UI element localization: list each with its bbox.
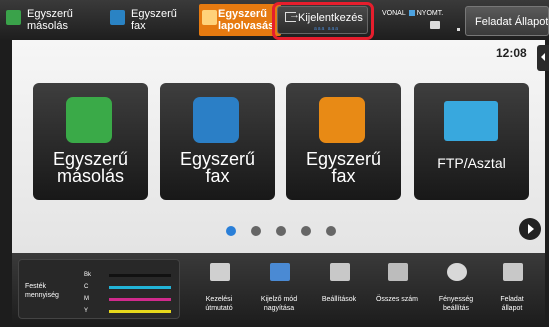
brightness-icon [447, 263, 467, 281]
tile-label: Egyszerű másolás [52, 149, 129, 186]
toner-name-c: C [84, 284, 89, 290]
status-square-icon [408, 10, 415, 16]
top-bar: Egyszerű másolás Egyszerű fax Egyszerű l… [0, 0, 549, 40]
tile-label: Egyszerű fax [179, 149, 256, 186]
easy-fax-shortcut[interactable]: Egyszerű fax [110, 6, 190, 36]
bottom-label: Beállítások [321, 296, 357, 303]
total-count-button[interactable]: Összes szám [367, 253, 427, 327]
bottom-label: Kezelési útmutató [205, 296, 233, 312]
easy-copy-shortcut[interactable]: Egyszerű másolás [6, 6, 102, 36]
job-status-icon [503, 263, 523, 281]
arrow-right-icon [528, 224, 534, 234]
monitor-icon [444, 101, 498, 141]
tile-easy-copy[interactable]: Egyszerű másolás [33, 83, 148, 200]
page-dot[interactable] [251, 226, 261, 236]
tile-label: FTP/Asztal [437, 155, 506, 171]
printer-icon [430, 21, 440, 29]
bottom-bar: Festék mennyiség Bk C M Y Kezelési útmut… [12, 253, 545, 327]
arrow-left-icon [541, 53, 545, 61]
brightness-button[interactable]: Fényesség beállítás [426, 253, 486, 327]
bottom-label: Kijelző mód nagyítása [260, 296, 298, 312]
fax-icon [110, 10, 125, 25]
job-status-bottom-button[interactable]: Feladat állapot [482, 253, 542, 327]
settings-icon [330, 263, 350, 281]
bottom-label: Összes szám [375, 296, 418, 303]
page-dot[interactable] [276, 226, 286, 236]
next-page-button[interactable] [519, 218, 541, 240]
toner-name-y: Y [84, 308, 89, 314]
toner-bar-y [109, 310, 171, 313]
toner-level-panel: Festék mennyiség Bk C M Y [18, 259, 180, 319]
tile-label: Egyszerű fax [305, 149, 382, 186]
settings-button[interactable]: Beállítások [309, 253, 369, 327]
toner-bar-m [109, 298, 171, 301]
toner-bar-bk [109, 274, 171, 277]
manual-button[interactable]: Kezelési útmutató [189, 253, 249, 327]
tile-easy-fax[interactable]: Egyszerű fax [160, 83, 275, 200]
tile-ftp-desktop[interactable]: FTP/Asztal [414, 83, 529, 200]
easy-fax-label: Egyszerű fax [131, 8, 177, 32]
bottom-label: Fényesség beállítás [438, 296, 474, 312]
bottom-label: Feladat állapot [500, 296, 524, 312]
easy-scan-shortcut[interactable]: Egyszerű lapolvasás [199, 4, 281, 36]
page-dot[interactable] [326, 226, 336, 236]
scan-icon [202, 10, 217, 25]
fax-icon [193, 97, 239, 143]
zoom-display-button[interactable]: Kijelző mód nagyítása [249, 253, 309, 327]
scan-icon [319, 97, 365, 143]
highlight-frame [272, 2, 374, 40]
clock: 12:08 [496, 46, 527, 60]
counter-icon [388, 263, 408, 281]
tile-easy-scan[interactable]: Egyszerű fax [286, 83, 401, 200]
copy-icon [6, 10, 21, 25]
manual-icon [210, 263, 230, 281]
page-dot[interactable] [226, 226, 236, 236]
toner-bar-c [109, 286, 171, 289]
home-screen: 12:08 Egyszerű másolás Egyszerű fax Egys… [12, 40, 545, 253]
easy-scan-label: Egyszerű lapolvasás [218, 8, 275, 32]
print-status: NYOMT. [416, 10, 444, 17]
easy-copy-label: Egyszerű másolás [27, 8, 73, 32]
line-status: VONAL [382, 10, 406, 17]
page-dot[interactable] [301, 226, 311, 236]
job-status-button[interactable]: Feladat Állapot [465, 6, 549, 36]
status-indicators: VONAL NYOMT. [382, 10, 443, 17]
zoom-display-icon [270, 263, 290, 281]
toner-label: Festék mennyiség [25, 283, 59, 299]
side-panel-tab[interactable] [537, 45, 549, 71]
toner-name-bk: Bk [84, 272, 92, 278]
toner-name-m: M [84, 296, 89, 302]
dot-indicator [457, 28, 460, 31]
copy-icon [66, 97, 112, 143]
